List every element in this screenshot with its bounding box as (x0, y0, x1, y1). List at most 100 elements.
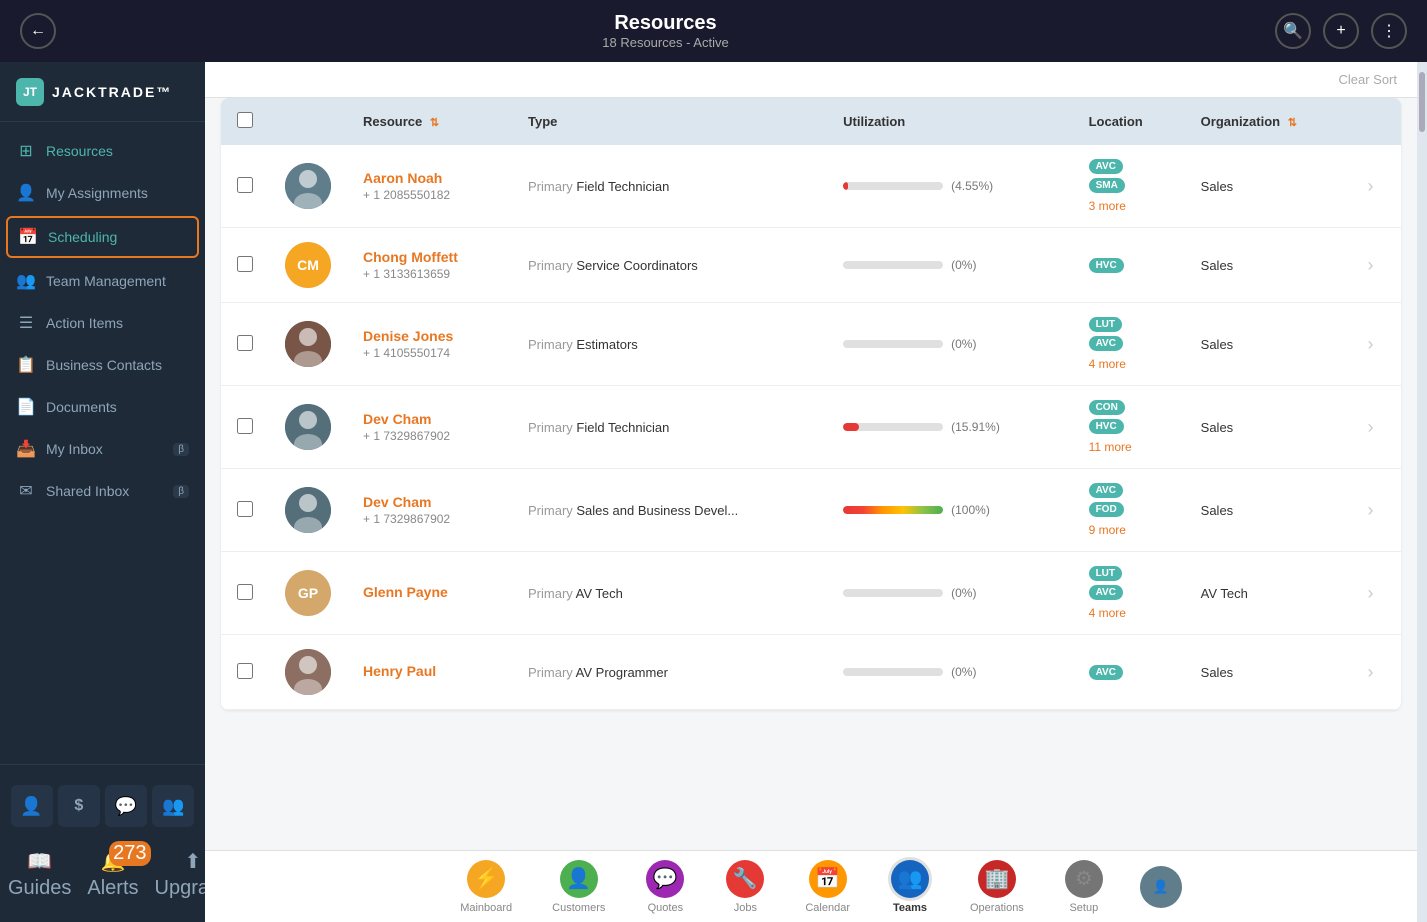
location-tag: FOD (1089, 502, 1124, 517)
my-inbox-icon: 📥 (16, 439, 36, 459)
resource-name[interactable]: Glenn Payne (363, 584, 496, 600)
upgrade-label: Upgrade (155, 877, 206, 900)
row-checkbox[interactable] (237, 418, 253, 434)
more-options-button[interactable]: ⋮ (1371, 13, 1407, 49)
tab-mainboard[interactable]: ⚡ Mainboard (440, 854, 532, 920)
avatar: CM (285, 242, 331, 288)
alerts-nav-item[interactable]: 🔔 273 Alerts (79, 845, 146, 904)
row-checkbox[interactable] (237, 177, 253, 193)
tab-quotes[interactable]: 💬 Quotes (625, 854, 705, 920)
upgrade-nav-item[interactable]: ⬆ Upgrade (147, 845, 206, 904)
type-primary: Primary (528, 258, 576, 273)
utilization-bar: (100%) (843, 503, 1056, 517)
avatar (285, 163, 331, 209)
utilization-percent: (0%) (951, 586, 976, 600)
type-primary: Primary (528, 665, 576, 680)
row-detail-button[interactable]: › (1368, 500, 1374, 521)
search-button[interactable]: 🔍 (1275, 13, 1311, 49)
col-resource[interactable]: Resource ⇅ (347, 98, 512, 145)
add-button[interactable]: + (1323, 13, 1359, 49)
operations-tab-icon: 🏢 (978, 860, 1016, 898)
row-detail-button[interactable]: › (1368, 334, 1374, 355)
resource-name[interactable]: Henry Paul (363, 663, 496, 679)
organization-name: Sales (1201, 337, 1234, 352)
row-detail-button[interactable]: › (1368, 417, 1374, 438)
jobs-tab-icon: 🔧 (726, 860, 764, 898)
more-locations-link[interactable]: 4 more (1089, 606, 1169, 620)
tab-teams[interactable]: 👥 Teams (870, 854, 950, 920)
location-tags: HVC (1089, 258, 1169, 273)
sidebar-item-action-items[interactable]: ☰ Action Items (0, 302, 205, 344)
more-locations-link[interactable]: 9 more (1089, 523, 1169, 537)
col-organization[interactable]: Organization ⇅ (1185, 98, 1352, 145)
back-button[interactable]: ← (20, 13, 56, 49)
location-tag: LUT (1089, 317, 1122, 332)
dollar-icon-btn[interactable]: $ (58, 785, 100, 827)
location-tag: SMA (1089, 178, 1125, 193)
col-type: Type (512, 98, 827, 145)
row-checkbox[interactable] (237, 501, 253, 517)
sidebar-item-my-inbox[interactable]: 📥 My Inbox β (0, 428, 205, 470)
row-detail-button[interactable]: › (1368, 255, 1374, 276)
select-all-checkbox[interactable] (237, 112, 253, 128)
logo-text: JACKTRADE™ (52, 84, 172, 100)
row-checkbox[interactable] (237, 335, 253, 351)
setup-tab-label: Setup (1069, 902, 1098, 914)
sidebar-item-shared-inbox[interactable]: ✉ Shared Inbox β (0, 470, 205, 512)
sidebar-item-documents[interactable]: 📄 Documents (0, 386, 205, 428)
sidebar-item-business-contacts[interactable]: 📋 Business Contacts (0, 344, 205, 386)
quotes-tab-icon: 💬 (646, 860, 684, 898)
tab-operations[interactable]: 🏢 Operations (950, 854, 1044, 920)
resource-name[interactable]: Aaron Noah (363, 170, 496, 186)
more-locations-link[interactable]: 11 more (1089, 440, 1169, 454)
setup-tab-icon: ⚙ (1065, 860, 1103, 898)
top-bar-center: Resources 18 Resources - Active (602, 12, 728, 50)
sidebar-item-team-management[interactable]: 👥 Team Management (0, 260, 205, 302)
avatar (285, 649, 331, 695)
scrollbar[interactable] (1417, 62, 1427, 922)
row-detail-button[interactable]: › (1368, 176, 1374, 197)
table-row: Aaron Noah + 1 2085550182Primary Field T… (221, 145, 1401, 228)
table-row: Dev Cham + 1 7329867902Primary Field Tec… (221, 386, 1401, 469)
row-detail-button[interactable]: › (1368, 662, 1374, 683)
upgrade-icon: ⬆ (184, 849, 201, 874)
clear-sort-button[interactable]: Clear Sort (1338, 72, 1397, 87)
row-checkbox[interactable] (237, 584, 253, 600)
tab-jobs[interactable]: 🔧 Jobs (705, 854, 785, 920)
type-main: AV Tech (576, 586, 623, 601)
row-checkbox[interactable] (237, 256, 253, 272)
sidebar-logo: JT JACKTRADE™ (0, 62, 205, 122)
more-locations-link[interactable]: 4 more (1089, 357, 1169, 371)
row-checkbox[interactable] (237, 663, 253, 679)
table-body: Aaron Noah + 1 2085550182Primary Field T… (221, 145, 1401, 710)
page-title: Resources (602, 12, 728, 35)
type-primary: Primary (528, 503, 576, 518)
type-primary: Primary (528, 420, 576, 435)
guides-nav-item[interactable]: 📖 Guides (0, 845, 79, 904)
row-detail-button[interactable]: › (1368, 583, 1374, 604)
group-icon-btn[interactable]: 👥 (152, 785, 194, 827)
operations-tab-label: Operations (970, 902, 1024, 914)
mainboard-tab-label: Mainboard (460, 902, 512, 914)
tab-setup[interactable]: ⚙ Setup (1044, 854, 1124, 920)
more-locations-link[interactable]: 3 more (1089, 199, 1169, 213)
sidebar-item-resources[interactable]: ⊞ Resources (0, 130, 205, 172)
chat-icon-btn[interactable]: 💬 (105, 785, 147, 827)
calendar-tab-icon: 📅 (809, 860, 847, 898)
tab-customers[interactable]: 👤 Customers (532, 854, 625, 920)
resource-name[interactable]: Dev Cham (363, 494, 496, 510)
utilization-percent: (0%) (951, 337, 976, 351)
person-icon-btn[interactable]: 👤 (11, 785, 53, 827)
shared-inbox-icon: ✉ (16, 481, 36, 501)
resource-name[interactable]: Chong Moffett (363, 249, 496, 265)
sidebar-item-my-assignments[interactable]: 👤 My Assignments (0, 172, 205, 214)
tab-calendar[interactable]: 📅 Calendar (785, 854, 870, 920)
resource-name[interactable]: Denise Jones (363, 328, 496, 344)
user-avatar[interactable]: 👤 (1140, 866, 1182, 908)
bar-track (843, 589, 943, 597)
sidebar-item-scheduling[interactable]: 📅 Scheduling (6, 216, 199, 258)
location-tag: CON (1089, 400, 1125, 415)
resource-name[interactable]: Dev Cham (363, 411, 496, 427)
organization-name: Sales (1201, 503, 1234, 518)
teams-tab-label: Teams (893, 902, 927, 914)
